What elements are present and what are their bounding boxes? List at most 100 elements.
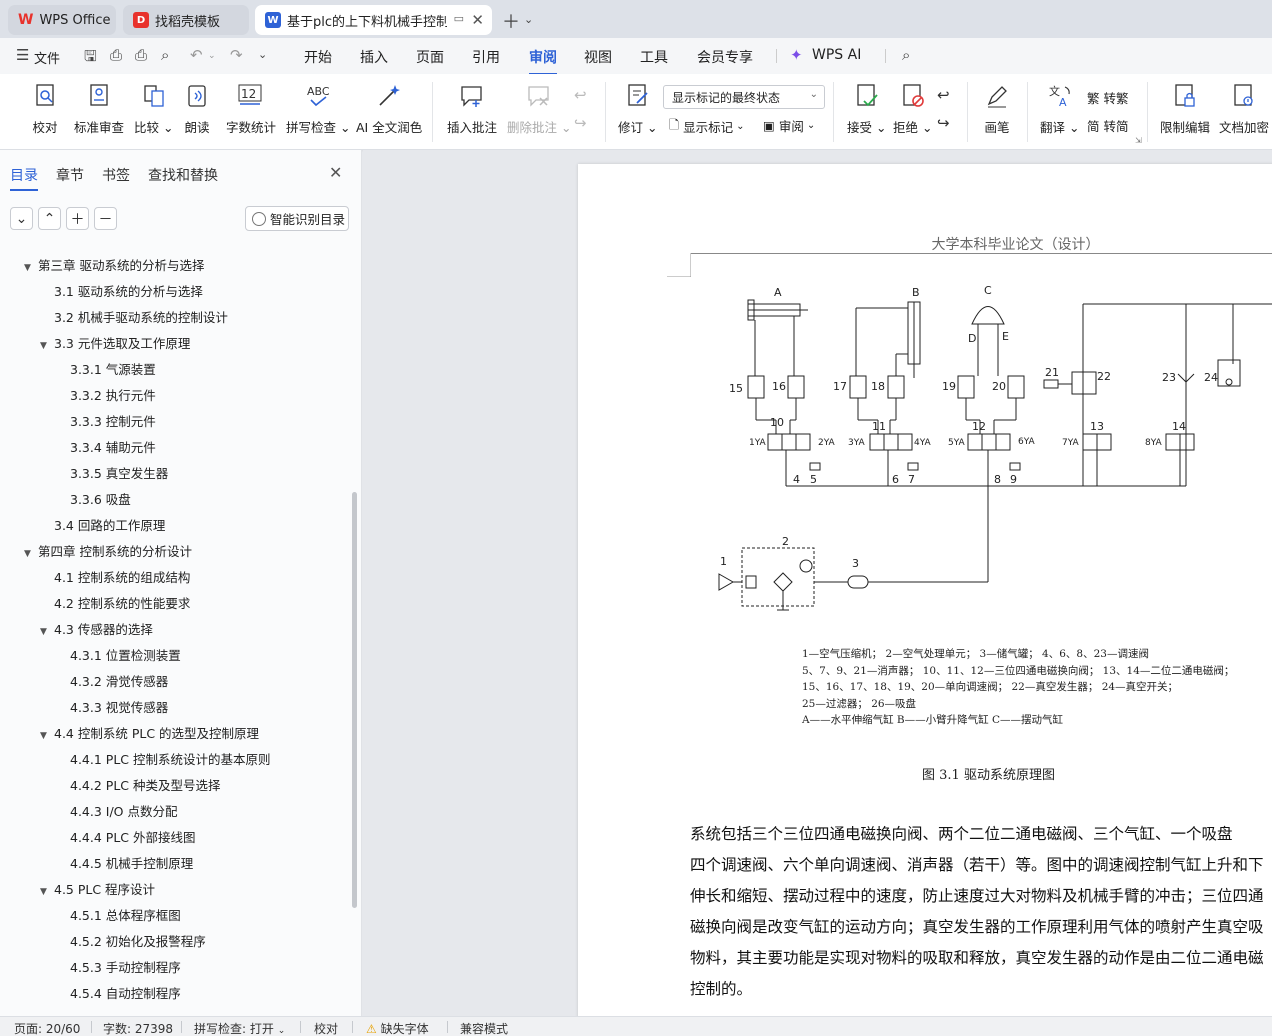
spell-check-toggle[interactable]: 拼写检查: 打开 ⌄	[194, 1020, 285, 1036]
prev-comment-icon[interactable]: ↩	[574, 86, 587, 104]
proofread-button[interactable]: 校对	[32, 82, 58, 136]
toc-item[interactable]: 3.3.2 执行元件	[70, 383, 156, 409]
toc-item[interactable]: 3.3.1 气源装置	[70, 357, 156, 383]
standard-review-button[interactable]: 标准审查	[74, 82, 124, 136]
hamburger-icon[interactable]: ☰	[16, 46, 29, 64]
undo-dropdown-icon[interactable]: ⌄	[208, 51, 216, 61]
toc-item[interactable]: 3.3.5 真空发生器	[70, 461, 168, 487]
menu-wps-ai[interactable]: WPS AI	[812, 47, 861, 63]
toc-scrollbar[interactable]	[352, 492, 357, 908]
close-tab-icon[interactable]: ✕	[471, 11, 484, 29]
doc-encrypt-button[interactable]: 文档加密	[1219, 82, 1269, 136]
word-count-indicator[interactable]: 字数: 27398	[103, 1020, 173, 1036]
collapse-button[interactable]: ⌃	[38, 207, 61, 230]
ai-polish-button[interactable]: AI 全文润色	[356, 82, 422, 136]
page-indicator[interactable]: 页面: 20/60	[14, 1020, 80, 1036]
menu-tools[interactable]: 工具	[640, 47, 668, 67]
new-tab-icon[interactable]: ＋	[502, 8, 520, 34]
toc-item[interactable]: 4.4.4 PLC 外部接线图	[70, 825, 195, 851]
review-pane-button[interactable]: ▣ 审阅 ⌄	[763, 116, 815, 135]
expand-triangle-icon[interactable]: ▼	[40, 333, 50, 359]
toc-item[interactable]: 3.4 回路的工作原理	[54, 513, 165, 539]
compare-button[interactable]: 比较 ⌄	[134, 82, 173, 136]
expand-triangle-icon[interactable]: ▼	[24, 255, 34, 281]
next-change-icon[interactable]: ↪	[937, 114, 950, 132]
toc-item[interactable]: 3.3.6 吸盘	[70, 487, 131, 513]
tab-document[interactable]: W 基于plc的上下料机械手控制系 ▭ ✕	[255, 5, 492, 35]
toc-item[interactable]: 3.1 驱动系统的分析与选择	[54, 279, 203, 305]
toc-item[interactable]: ▼ 4.4 控制系统 PLC 的选型及控制原理	[40, 721, 259, 747]
nav-tab-toc[interactable]: 目录	[10, 165, 38, 191]
search-icon[interactable]: ⌕	[902, 46, 910, 64]
tab-wps-office[interactable]: W WPS Office	[8, 5, 116, 35]
undo-icon[interactable]: ↶	[190, 46, 203, 64]
markup-mode-select[interactable]: 显示标记的最终状态 ⌄	[663, 85, 825, 109]
close-pane-icon[interactable]: ✕	[329, 163, 342, 182]
expand-triangle-icon[interactable]: ▼	[40, 879, 50, 905]
menu-insert[interactable]: 插入	[360, 47, 388, 67]
toc-item[interactable]: 4.5.1 总体程序框图	[70, 903, 181, 929]
toc-item[interactable]: ▼ 第三章 驱动系统的分析与选择	[24, 253, 204, 279]
print-icon[interactable]: ⎙	[135, 46, 147, 64]
toc-item[interactable]: ▼ 3.3 元件选取及工作原理	[40, 331, 190, 357]
menu-review[interactable]: 审阅	[529, 47, 557, 75]
to-traditional-button[interactable]: 繁转繁	[1087, 88, 1129, 107]
expand-triangle-icon[interactable]: ▼	[40, 619, 50, 645]
toc-item[interactable]: 4.4.5 机械手控制原理	[70, 851, 193, 877]
show-markup-button[interactable]: 🗋 显示标记 ⌄	[669, 116, 744, 137]
print-preview-icon[interactable]: ⌕	[161, 46, 169, 64]
toc-item[interactable]: ▼ 第四章 控制系统的分析设计	[24, 539, 192, 565]
menu-references[interactable]: 引用	[472, 47, 500, 67]
menu-view[interactable]: 视图	[584, 47, 612, 67]
group-expand-icon[interactable]: ⇲	[1135, 136, 1142, 145]
save-icon[interactable]: 🖫	[84, 46, 97, 71]
toc-item[interactable]: ▼ 4.3 传感器的选择	[40, 617, 153, 643]
toc-item[interactable]: 4.4.2 PLC 种类及型号选择	[70, 773, 220, 799]
restrict-editing-button[interactable]: 限制编辑	[1160, 82, 1210, 136]
toc-item[interactable]: 4.3.3 视觉传感器	[70, 695, 168, 721]
smart-toc-button[interactable]: 智能识别目录	[245, 206, 349, 231]
toc-item[interactable]: 4.2 控制系统的性能要求	[54, 591, 190, 617]
toc-item[interactable]: 4.5.4 自动控制程序	[70, 981, 181, 1007]
toc-item[interactable]: 3.2 机械手驱动系统的控制设计	[54, 305, 228, 331]
nav-tab-bookmarks[interactable]: 书签	[102, 165, 130, 185]
tab-docer-templates[interactable]: D 找稻壳模板	[123, 5, 249, 35]
more-dropdown-icon[interactable]: ⌄	[258, 48, 267, 61]
toc-item[interactable]: 4.3.1 位置检测装置	[70, 643, 181, 669]
toc-item[interactable]: 4.4.1 PLC 控制系统设计的基本原则	[70, 747, 270, 773]
translate-button[interactable]: 文A 翻译 ⌄	[1040, 82, 1079, 136]
read-aloud-button[interactable]: 朗读	[184, 82, 210, 136]
expand-triangle-icon[interactable]: ▼	[40, 723, 50, 749]
menu-page[interactable]: 页面	[416, 47, 444, 67]
toc-item[interactable]: ▼ 4.5 PLC 程序设计	[40, 877, 155, 903]
word-count-button[interactable]: 12 字数统计	[226, 82, 276, 136]
nav-tab-chapters[interactable]: 章节	[56, 165, 84, 185]
toc-item[interactable]: 4.5.2 初始化及报警程序	[70, 929, 206, 955]
redo-icon[interactable]: ↷	[230, 46, 243, 64]
add-heading-button[interactable]: ＋	[66, 207, 89, 230]
nav-tab-find-replace[interactable]: 查找和替换	[148, 165, 218, 185]
toc-item[interactable]: 4.5.3 手动控制程序	[70, 955, 181, 981]
pen-button[interactable]: 画笔	[984, 82, 1010, 136]
remove-heading-button[interactable]: －	[94, 207, 117, 230]
proofread-status[interactable]: 校对	[314, 1020, 338, 1036]
menu-member[interactable]: 会员专享	[697, 47, 753, 67]
spell-check-button[interactable]: ABC 拼写检查 ⌄	[286, 82, 350, 136]
toc-item[interactable]: 4.3.2 滑觉传感器	[70, 669, 168, 695]
menu-home[interactable]: 开始	[304, 47, 332, 67]
delete-comment-button[interactable]: 删除批注 ⌄	[507, 82, 571, 136]
menu-file[interactable]: 文件	[34, 48, 60, 67]
next-comment-icon[interactable]: ↪	[574, 114, 587, 132]
expand-triangle-icon[interactable]: ▼	[24, 541, 34, 567]
track-changes-button[interactable]: 修订 ⌄	[618, 82, 657, 136]
toc-item[interactable]: 3.3.3 控制元件	[70, 409, 156, 435]
to-simplified-button[interactable]: 简转简	[1087, 116, 1129, 135]
missing-font-status[interactable]: ⚠ 缺失字体	[366, 1020, 429, 1036]
insert-comment-button[interactable]: 插入批注	[447, 82, 497, 136]
expand-all-button[interactable]: ⌄	[10, 207, 33, 230]
document-page[interactable]: 大学本科毕业论文（设计） A B C D E 15 16 17 18 19 20…	[578, 164, 1272, 1016]
toc-item[interactable]: 4.1 控制系统的组成结构	[54, 565, 190, 591]
accept-button[interactable]: 接受 ⌄	[847, 82, 886, 136]
chevron-down-icon[interactable]: ⌄	[524, 13, 533, 26]
export-icon[interactable]: ⎙	[110, 46, 122, 64]
